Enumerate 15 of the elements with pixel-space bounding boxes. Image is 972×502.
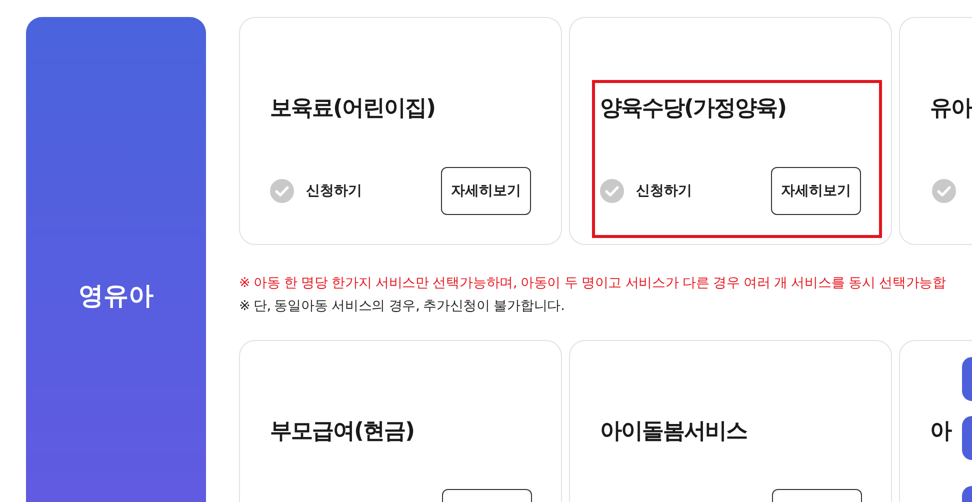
card-title: 아: [930, 418, 951, 446]
card-title: 아이돌봄서비스: [600, 418, 747, 446]
category-title: 영유아: [78, 280, 154, 312]
detail-button[interactable]: 자세히보기: [771, 167, 861, 215]
card-title: 보육료(어린이집): [270, 95, 436, 123]
card-title: 부모급여(현금): [270, 418, 414, 446]
floating-button[interactable]: [962, 416, 972, 460]
detail-button[interactable]: 자세히보기: [441, 167, 531, 215]
apply-label[interactable]: 신청하기: [306, 182, 362, 200]
card-title: 유아: [930, 95, 972, 123]
floating-button[interactable]: [962, 357, 972, 401]
card-title: 양육수당(가정양육): [600, 95, 786, 123]
notice-text: ※ 단, 동일아동 서비스의 경우, 추가신청이 불가합니다.: [239, 297, 566, 316]
apply-label[interactable]: 신청하기: [636, 182, 692, 200]
notice-text: ※ 아동 한 명당 한가지 서비스만 선택가능하며, 아동이 두 명이고 서비스가 다른 경우 여러 개 서비스를 동시 선택가능합: [239, 274, 947, 293]
